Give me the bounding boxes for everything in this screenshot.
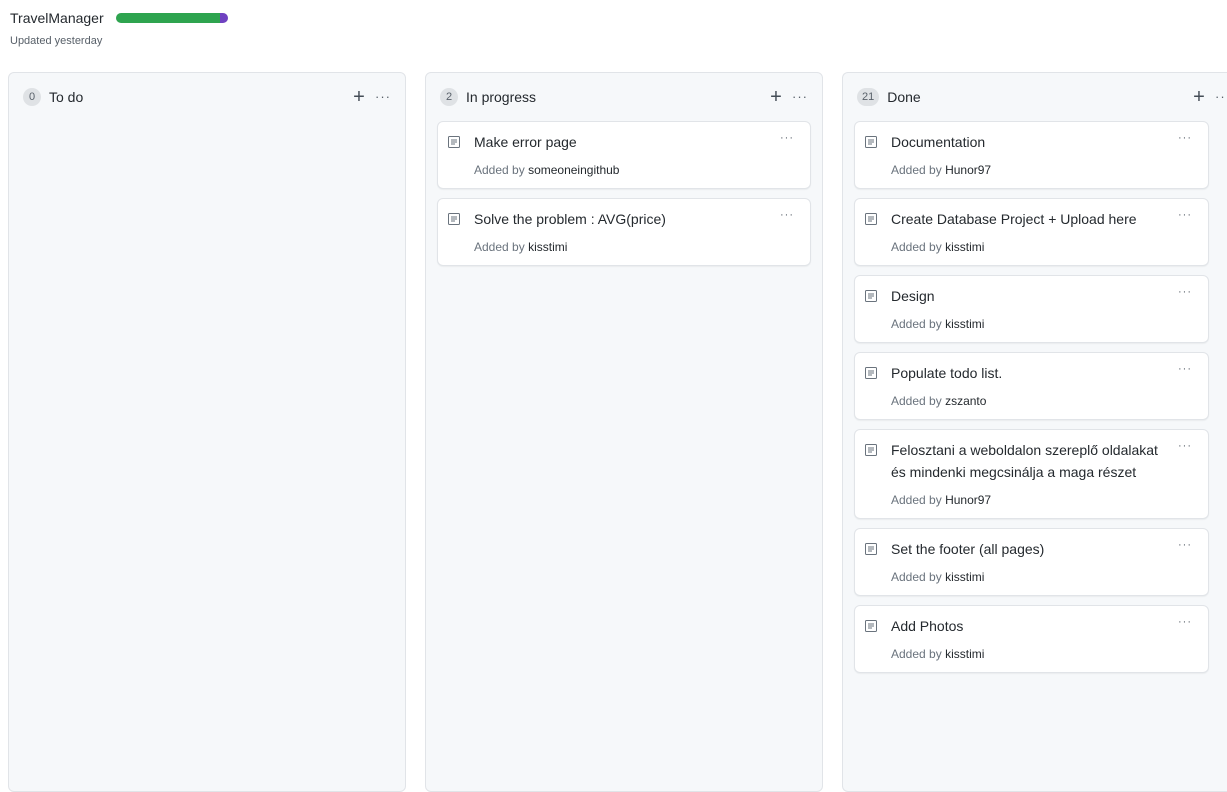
note-icon — [865, 444, 877, 456]
card-list: Make error page Added by someoneingithub… — [426, 121, 822, 266]
project-title[interactable]: TravelManager — [10, 10, 104, 26]
added-by-label: Added by — [891, 394, 942, 408]
card-author-link[interactable]: zszanto — [945, 394, 986, 408]
card-author-link[interactable]: kisstimi — [945, 647, 984, 661]
card-added-by: Added by kisstimi — [891, 647, 1164, 661]
progress-in-progress-segment — [219, 13, 228, 23]
column-title: To do — [49, 89, 84, 105]
card-author-link[interactable]: kisstimi — [945, 317, 984, 331]
note-card[interactable]: Set the footer (all pages) Added by kiss… — [854, 528, 1209, 596]
added-by-label: Added by — [891, 240, 942, 254]
column-title: Done — [887, 89, 921, 105]
card-count-badge: 2 — [440, 88, 458, 106]
added-by-label: Added by — [891, 317, 942, 331]
progress-done-segment — [115, 13, 220, 23]
added-by-label: Added by — [474, 163, 525, 177]
card-added-by: Added by someoneingithub — [474, 163, 766, 177]
card-count-badge: 21 — [857, 88, 880, 106]
kebab-icon[interactable]: ··· — [1178, 209, 1192, 221]
card-added-by: Added by kisstimi — [474, 240, 766, 254]
column-header: 21 Done + ··· — [843, 73, 1227, 121]
kebab-icon[interactable]: ··· — [1178, 539, 1192, 551]
project-header: TravelManager Updated yesterday — [10, 8, 228, 47]
plus-icon[interactable]: + — [351, 87, 367, 107]
card-title: Design — [891, 288, 935, 304]
kebab-icon[interactable]: ··· — [792, 88, 808, 106]
card-author-link[interactable]: someoneingithub — [528, 163, 619, 177]
card-author-link[interactable]: Hunor97 — [945, 163, 991, 177]
kebab-icon[interactable]: ··· — [1178, 616, 1192, 628]
column-in-progress: 2 In progress + ··· Make error page Adde… — [425, 72, 823, 792]
note-icon — [865, 290, 877, 302]
card-added-by: Added by Hunor97 — [891, 163, 1164, 177]
note-card[interactable]: Documentation Added by Hunor97 ··· — [854, 121, 1209, 189]
card-list: Documentation Added by Hunor97 ··· Creat… — [843, 121, 1227, 673]
card-author-link[interactable]: Hunor97 — [945, 493, 991, 507]
column-done: 21 Done + ··· Documentation Added by Hun… — [842, 72, 1227, 792]
added-by-label: Added by — [891, 570, 942, 584]
card-added-by: Added by zszanto — [891, 394, 1164, 408]
note-icon — [865, 213, 877, 225]
card-title: Felosztani a weboldalon szereplő oldalak… — [891, 442, 1158, 480]
note-icon — [448, 136, 460, 148]
column-todo: 0 To do + ··· — [8, 72, 406, 792]
column-title: In progress — [466, 89, 537, 105]
card-title: Documentation — [891, 134, 986, 150]
note-card[interactable]: Add Photos Added by kisstimi ··· — [854, 605, 1209, 673]
project-progress-bar — [115, 13, 228, 23]
card-added-by: Added by kisstimi — [891, 240, 1164, 254]
kebab-icon[interactable]: ··· — [780, 132, 794, 144]
kebab-icon[interactable]: ··· — [1178, 363, 1192, 375]
card-title: Make error page — [474, 134, 577, 150]
kebab-icon[interactable]: ··· — [780, 209, 794, 221]
card-title: Populate todo list. — [891, 365, 1003, 381]
card-count-badge: 0 — [23, 88, 41, 106]
kebab-icon[interactable]: ··· — [1178, 132, 1192, 144]
note-card[interactable]: Make error page Added by someoneingithub… — [437, 121, 811, 189]
card-title: Add Photos — [891, 618, 964, 634]
plus-icon[interactable]: + — [768, 87, 784, 107]
card-title: Solve the problem : AVG(price) — [474, 211, 666, 227]
note-card[interactable]: Felosztani a weboldalon szereplő oldalak… — [854, 429, 1209, 519]
note-icon — [865, 136, 877, 148]
card-added-by: Added by kisstimi — [891, 317, 1164, 331]
card-author-link[interactable]: kisstimi — [945, 240, 984, 254]
card-author-link[interactable]: kisstimi — [945, 570, 984, 584]
column-header: 0 To do + ··· — [9, 73, 405, 121]
added-by-label: Added by — [891, 493, 942, 507]
kebab-icon[interactable]: ··· — [1215, 88, 1227, 106]
card-title: Set the footer (all pages) — [891, 541, 1045, 557]
added-by-label: Added by — [474, 240, 525, 254]
kebab-icon[interactable]: ··· — [1178, 440, 1192, 452]
added-by-label: Added by — [891, 647, 942, 661]
kebab-icon[interactable]: ··· — [375, 88, 391, 106]
card-added-by: Added by Hunor97 — [891, 493, 1164, 507]
plus-icon[interactable]: + — [1191, 87, 1207, 107]
note-card[interactable]: Populate todo list. Added by zszanto ··· — [854, 352, 1209, 420]
card-author-link[interactable]: kisstimi — [528, 240, 567, 254]
note-icon — [865, 620, 877, 632]
card-added-by: Added by kisstimi — [891, 570, 1164, 584]
note-icon — [865, 367, 877, 379]
card-title: Create Database Project + Upload here — [891, 211, 1137, 227]
added-by-label: Added by — [891, 163, 942, 177]
column-header: 2 In progress + ··· — [426, 73, 822, 121]
note-icon — [865, 543, 877, 555]
kebab-icon[interactable]: ··· — [1178, 286, 1192, 298]
note-card[interactable]: Design Added by kisstimi ··· — [854, 275, 1209, 343]
note-icon — [448, 213, 460, 225]
note-card[interactable]: Solve the problem : AVG(price) Added by … — [437, 198, 811, 266]
note-card[interactable]: Create Database Project + Upload here Ad… — [854, 198, 1209, 266]
updated-timestamp: Updated yesterday — [10, 35, 103, 47]
